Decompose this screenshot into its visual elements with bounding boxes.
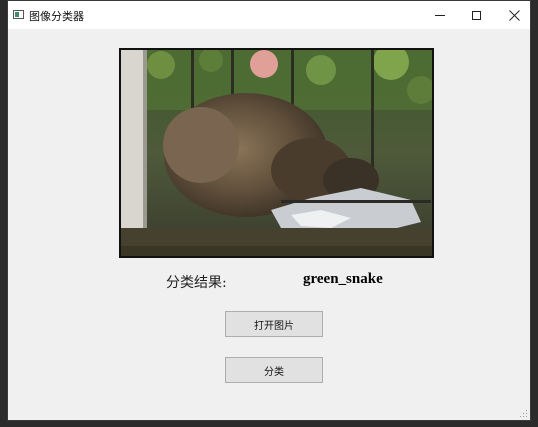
app-icon [13, 10, 24, 19]
title-bar[interactable]: 图像分类器 [8, 1, 530, 29]
classify-button[interactable]: 分类 [225, 357, 323, 383]
open-image-button[interactable]: 打开图片 [225, 311, 323, 337]
resize-grip-icon[interactable] [520, 410, 528, 418]
app-window: 图像分类器 分类结果: green_snake 打开图片 分类 [7, 0, 531, 421]
result-value: green_snake [303, 271, 383, 287]
window-title: 图像分类器 [29, 10, 84, 23]
minimize-button[interactable] [422, 1, 458, 29]
preview-photo [121, 50, 432, 256]
image-preview [119, 48, 434, 258]
maximize-button[interactable] [458, 1, 494, 29]
maximize-icon [471, 10, 481, 20]
close-icon [508, 9, 520, 21]
result-label: 分类结果: [166, 275, 227, 291]
close-button[interactable] [496, 1, 532, 29]
minimize-icon [435, 14, 445, 16]
